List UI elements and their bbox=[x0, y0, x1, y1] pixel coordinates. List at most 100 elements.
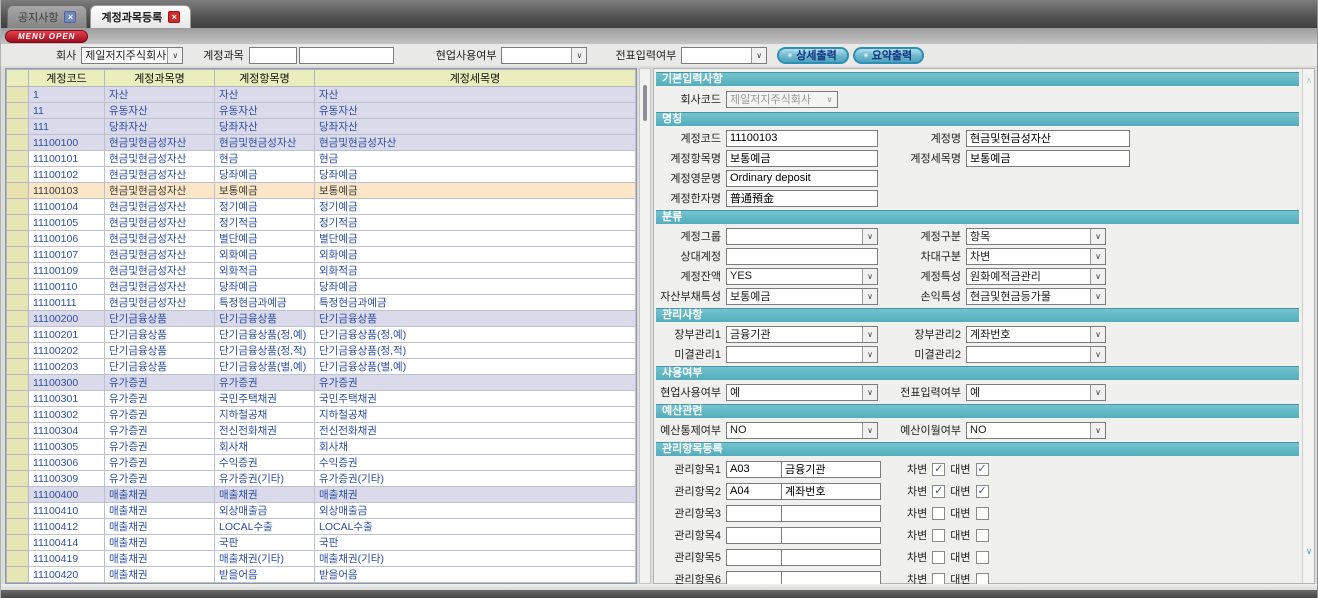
mgmt-item-code-field[interactable] bbox=[726, 527, 782, 544]
table-cell[interactable]: 유가증권 bbox=[105, 391, 215, 407]
table-cell[interactable]: 11100300 bbox=[29, 375, 105, 391]
table-cell[interactable]: 특정현금과예금 bbox=[315, 295, 636, 311]
dc-div-dropdown[interactable]: 차변 ∨ bbox=[966, 248, 1106, 265]
table-cell[interactable]: 11100107 bbox=[29, 247, 105, 263]
row-selector[interactable] bbox=[7, 199, 29, 215]
mgmt-item-code-field[interactable] bbox=[726, 549, 782, 566]
table-cell[interactable]: 현금및현금성자산 bbox=[105, 247, 215, 263]
table-row[interactable]: 11100309유가증권유가증권(기타)유가증권(기타) bbox=[7, 471, 636, 487]
table-cell[interactable]: 전신전화채권 bbox=[315, 423, 636, 439]
row-selector[interactable] bbox=[7, 551, 29, 567]
table-cell[interactable]: 매출채권 bbox=[315, 487, 636, 503]
table-row[interactable]: 111당좌자산당좌자산당좌자산 bbox=[7, 119, 636, 135]
table-cell[interactable]: 회사채 bbox=[315, 439, 636, 455]
account-name-input[interactable] bbox=[299, 47, 394, 64]
table-cell[interactable]: 유가증권 bbox=[105, 439, 215, 455]
mgmt-item-name-field[interactable] bbox=[781, 527, 881, 544]
account-balance-dropdown[interactable]: YES ∨ bbox=[726, 268, 878, 285]
table-cell[interactable]: 국판 bbox=[215, 535, 315, 551]
table-cell[interactable]: 유가증권 bbox=[105, 407, 215, 423]
table-cell[interactable]: 현금및현금성자산 bbox=[105, 231, 215, 247]
table-row[interactable]: 1자산자산자산 bbox=[7, 87, 636, 103]
table-cell[interactable]: 유가증권 bbox=[105, 455, 215, 471]
column-header[interactable]: 계정과목명 bbox=[105, 70, 215, 87]
table-row[interactable]: 11100305유가증권회사채회사채 bbox=[7, 439, 636, 455]
mgmt-item-code-field[interactable] bbox=[726, 505, 782, 522]
table-cell[interactable]: 단기금융상품 bbox=[215, 311, 315, 327]
table-cell[interactable]: 유가증권 bbox=[215, 375, 315, 391]
mgmt-item-name-field[interactable] bbox=[781, 461, 881, 478]
table-row[interactable]: 11100201단기금융상품단기금융상품(정,예)단기금융상품(정,예) bbox=[7, 327, 636, 343]
credit-checkbox[interactable]: ✓ bbox=[976, 485, 989, 498]
detail-print-button[interactable]: 상세출력 bbox=[777, 47, 848, 64]
table-cell[interactable]: 11100104 bbox=[29, 199, 105, 215]
table-cell[interactable]: 단기금융상품(별,예) bbox=[215, 359, 315, 375]
row-selector[interactable] bbox=[7, 87, 29, 103]
table-cell[interactable]: 지하철공채 bbox=[215, 407, 315, 423]
column-header[interactable]: 계정세목명 bbox=[315, 70, 636, 87]
table-cell[interactable]: 현금및현금성자산 bbox=[105, 183, 215, 199]
table-cell[interactable]: 11100306 bbox=[29, 455, 105, 471]
table-cell[interactable]: 11100202 bbox=[29, 343, 105, 359]
table-cell[interactable]: 단기금융상품 bbox=[105, 359, 215, 375]
scrollbar-thumb[interactable] bbox=[643, 85, 647, 121]
detail-vertical-scrollbar[interactable]: ∧ ∨ bbox=[1302, 69, 1314, 583]
table-cell[interactable]: 11100301 bbox=[29, 391, 105, 407]
table-cell[interactable]: 현금 bbox=[215, 151, 315, 167]
credit-checkbox[interactable] bbox=[976, 507, 989, 520]
table-row[interactable]: 11100410매출채권외상매출금외상매출금 bbox=[7, 503, 636, 519]
table-cell[interactable]: 11100111 bbox=[29, 295, 105, 311]
table-row[interactable]: 11100202단기금융상품단기금융상품(정,적)단기금융상품(정,적) bbox=[7, 343, 636, 359]
english-name-field[interactable] bbox=[726, 170, 878, 187]
table-row[interactable]: 11100109현금및현금성자산외화적금외화적금 bbox=[7, 263, 636, 279]
credit-checkbox[interactable] bbox=[976, 529, 989, 542]
table-cell[interactable]: 외화적금 bbox=[215, 263, 315, 279]
mgmt-item-name-field[interactable] bbox=[781, 505, 881, 522]
table-row[interactable]: 11100106현금및현금성자산별단예금별단예금 bbox=[7, 231, 636, 247]
table-cell[interactable]: 보통예금 bbox=[215, 183, 315, 199]
credit-checkbox[interactable]: ✓ bbox=[976, 463, 989, 476]
book-mgmt1-dropdown[interactable]: 금융기관 ∨ bbox=[726, 326, 878, 343]
table-cell[interactable]: 현금 bbox=[315, 151, 636, 167]
debit-checkbox[interactable]: ✓ bbox=[932, 463, 945, 476]
table-row[interactable]: 11100107현금및현금성자산외화예금외화예금 bbox=[7, 247, 636, 263]
table-cell[interactable]: 11100412 bbox=[29, 519, 105, 535]
row-selector[interactable] bbox=[7, 391, 29, 407]
table-cell[interactable]: 정기예금 bbox=[215, 199, 315, 215]
table-cell[interactable]: 매출채권 bbox=[105, 503, 215, 519]
pl-attr-dropdown[interactable]: 현금및현금등가물 ∨ bbox=[966, 288, 1106, 305]
table-cell[interactable]: 정기적금 bbox=[215, 215, 315, 231]
table-cell[interactable]: 수익증권 bbox=[215, 455, 315, 471]
table-cell[interactable]: 11100100 bbox=[29, 135, 105, 151]
table-cell[interactable]: 단기금융상품 bbox=[105, 327, 215, 343]
close-icon[interactable]: × bbox=[168, 11, 180, 23]
table-cell[interactable]: 단기금융상품(정,적) bbox=[215, 343, 315, 359]
table-cell[interactable]: 당좌예금 bbox=[315, 167, 636, 183]
table-row[interactable]: 11100200단기금융상품단기금융상품단기금융상품 bbox=[7, 311, 636, 327]
row-selector[interactable] bbox=[7, 503, 29, 519]
table-cell[interactable]: 현금및현금성자산 bbox=[105, 199, 215, 215]
table-cell[interactable]: 국민주택채권 bbox=[315, 391, 636, 407]
close-icon[interactable]: × bbox=[64, 11, 76, 23]
table-cell[interactable]: 현금및현금성자산 bbox=[105, 151, 215, 167]
debit-checkbox[interactable] bbox=[932, 551, 945, 564]
table-cell[interactable]: 11100304 bbox=[29, 423, 105, 439]
row-selector[interactable] bbox=[7, 263, 29, 279]
table-cell[interactable]: 당좌자산 bbox=[215, 119, 315, 135]
table-cell[interactable]: 11100110 bbox=[29, 279, 105, 295]
row-selector[interactable] bbox=[7, 519, 29, 535]
column-header[interactable]: 계정코드 bbox=[29, 70, 105, 87]
table-cell[interactable]: 11100302 bbox=[29, 407, 105, 423]
hanja-name-field[interactable] bbox=[726, 190, 878, 207]
table-cell[interactable]: 매출채권 bbox=[105, 519, 215, 535]
table-cell[interactable]: 당좌자산 bbox=[315, 119, 636, 135]
table-cell[interactable]: 국판 bbox=[315, 535, 636, 551]
table-row[interactable]: 11100302유가증권지하철공채지하철공채 bbox=[7, 407, 636, 423]
biz-use-dropdown[interactable]: ∨ bbox=[501, 47, 587, 64]
row-selector[interactable] bbox=[7, 567, 29, 583]
table-cell[interactable]: 매출채권(기타) bbox=[215, 551, 315, 567]
table-cell[interactable]: 유가증권 bbox=[105, 471, 215, 487]
table-cell[interactable]: 11100203 bbox=[29, 359, 105, 375]
table-cell[interactable]: 현금및현금성자산 bbox=[105, 295, 215, 311]
column-header[interactable]: 계정항목명 bbox=[215, 70, 315, 87]
